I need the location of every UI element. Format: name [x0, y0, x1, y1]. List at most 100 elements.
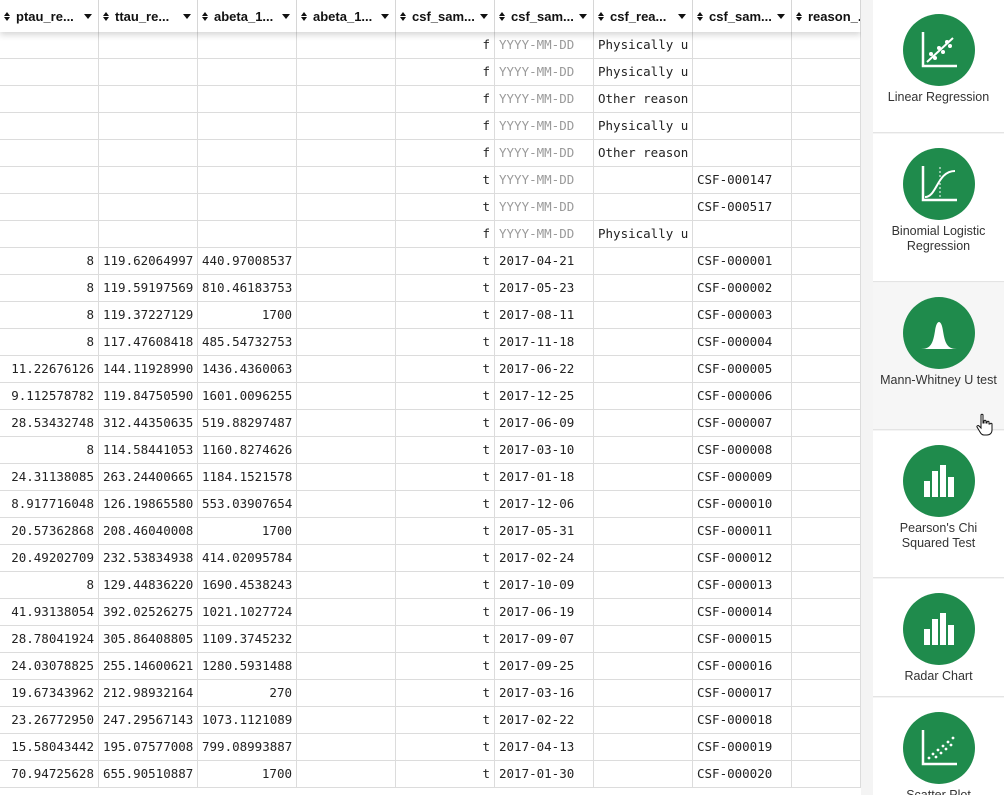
date-placeholder[interactable]: YYYY-MM-DD	[495, 221, 594, 248]
table-cell[interactable]	[297, 545, 396, 572]
table-cell[interactable]: 485.54732753	[198, 329, 297, 356]
table-cell[interactable]	[594, 329, 693, 356]
sort-icon[interactable]	[400, 11, 408, 21]
table-cell[interactable]: f	[396, 32, 495, 59]
date-placeholder[interactable]: YYYY-MM-DD	[495, 59, 594, 86]
table-row[interactable]: f YYYY-MM-DD Other reason	[0, 140, 861, 167]
table-cell[interactable]	[594, 572, 693, 599]
table-cell[interactable]	[792, 113, 861, 140]
table-cell[interactable]	[297, 410, 396, 437]
table-cell[interactable]	[99, 221, 198, 248]
table-cell[interactable]	[693, 32, 792, 59]
table-cell[interactable]: 8	[0, 302, 99, 329]
table-cell[interactable]: CSF-000004	[693, 329, 792, 356]
table-cell[interactable]: 119.62064997	[99, 248, 198, 275]
chevron-down-icon[interactable]	[282, 13, 290, 19]
column-header[interactable]: abeta_1...	[297, 0, 396, 32]
table-cell[interactable]: 212.98932164	[99, 680, 198, 707]
column-header[interactable]: ttau_re...	[99, 0, 198, 32]
table-cell[interactable]: CSF-000015	[693, 626, 792, 653]
table-cell[interactable]	[198, 221, 297, 248]
table-cell[interactable]: 2017-12-06	[495, 491, 594, 518]
table-cell[interactable]: t	[396, 491, 495, 518]
table-cell[interactable]: t	[396, 248, 495, 275]
table-cell[interactable]: CSF-000009	[693, 464, 792, 491]
table-cell[interactable]: CSF-000012	[693, 545, 792, 572]
table-cell[interactable]: Physically u	[594, 59, 693, 86]
table-cell[interactable]: CSF-000006	[693, 383, 792, 410]
table-cell[interactable]	[594, 194, 693, 221]
table-cell[interactable]: f	[396, 140, 495, 167]
sort-icon[interactable]	[697, 11, 705, 21]
table-cell[interactable]: 270	[198, 680, 297, 707]
table-cell[interactable]	[792, 545, 861, 572]
table-cell[interactable]: 117.47608418	[99, 329, 198, 356]
date-placeholder[interactable]: YYYY-MM-DD	[495, 32, 594, 59]
table-cell[interactable]	[198, 140, 297, 167]
table-cell[interactable]: 263.24400665	[99, 464, 198, 491]
table-cell[interactable]: 519.88297487	[198, 410, 297, 437]
table-cell[interactable]	[297, 248, 396, 275]
table-cell[interactable]: 114.58441053	[99, 437, 198, 464]
table-cell[interactable]: 1436.4360063	[198, 356, 297, 383]
sort-icon[interactable]	[598, 11, 606, 21]
table-cell[interactable]	[297, 275, 396, 302]
table-cell[interactable]	[792, 59, 861, 86]
table-cell[interactable]: 2017-06-09	[495, 410, 594, 437]
table-cell[interactable]: 255.14600621	[99, 653, 198, 680]
table-cell[interactable]: 119.84750590	[99, 383, 198, 410]
table-cell[interactable]: 1700	[198, 302, 297, 329]
table-row[interactable]: 8.917716048 126.19865580 553.03907654 t 2017…	[0, 491, 861, 518]
table-cell[interactable]	[99, 59, 198, 86]
table-row[interactable]: 41.93138054 392.02526275 1021.1027724 t 2017…	[0, 599, 861, 626]
table-cell[interactable]: 2017-05-31	[495, 518, 594, 545]
table-cell[interactable]: 2017-05-23	[495, 275, 594, 302]
table-row[interactable]: 8 117.47608418 485.54732753 t 2017-11-18 CSF-…	[0, 329, 861, 356]
table-cell[interactable]	[198, 86, 297, 113]
table-cell[interactable]	[792, 248, 861, 275]
sort-icon[interactable]	[499, 11, 507, 21]
table-row[interactable]: 11.22676126 144.11928990 1436.4360063 t 2017…	[0, 356, 861, 383]
table-cell[interactable]: 20.57362868	[0, 518, 99, 545]
sort-icon[interactable]	[4, 11, 12, 21]
table-cell[interactable]: t	[396, 302, 495, 329]
table-cell[interactable]	[0, 59, 99, 86]
table-cell[interactable]	[297, 437, 396, 464]
table-cell[interactable]	[693, 59, 792, 86]
table-cell[interactable]: t	[396, 599, 495, 626]
column-header[interactable]: reason_...	[792, 0, 861, 32]
table-cell[interactable]: CSF-000017	[693, 680, 792, 707]
table-cell[interactable]: f	[396, 221, 495, 248]
table-cell[interactable]	[297, 707, 396, 734]
table-cell[interactable]: Physically u	[594, 113, 693, 140]
table-cell[interactable]: 119.37227129	[99, 302, 198, 329]
table-cell[interactable]	[792, 437, 861, 464]
table-cell[interactable]	[297, 626, 396, 653]
date-placeholder[interactable]: YYYY-MM-DD	[495, 86, 594, 113]
table-cell[interactable]: 20.49202709	[0, 545, 99, 572]
table-cell[interactable]	[297, 599, 396, 626]
table-cell[interactable]	[297, 86, 396, 113]
analysis-card[interactable]: Mann-Whitney U test	[873, 283, 1004, 430]
table-cell[interactable]	[792, 626, 861, 653]
table-cell[interactable]	[594, 680, 693, 707]
table-cell[interactable]	[297, 221, 396, 248]
table-cell[interactable]: t	[396, 329, 495, 356]
table-cell[interactable]: CSF-000014	[693, 599, 792, 626]
table-row[interactable]: 28.78041924 305.86408805 1109.3745232 t 2017…	[0, 626, 861, 653]
table-cell[interactable]	[594, 626, 693, 653]
table-cell[interactable]: 2017-06-19	[495, 599, 594, 626]
table-row[interactable]: 15.58043442 195.07577008 799.08993887 t 2017…	[0, 734, 861, 761]
table-row[interactable]: 24.31138085 263.24400665 1184.1521578 t 2017…	[0, 464, 861, 491]
table-cell[interactable]: 8	[0, 275, 99, 302]
table-cell[interactable]	[198, 167, 297, 194]
table-cell[interactable]: t	[396, 410, 495, 437]
table-cell[interactable]: 41.93138054	[0, 599, 99, 626]
table-row[interactable]: 20.49202709 232.53834938 414.02095784 t 2017…	[0, 545, 861, 572]
table-cell[interactable]: CSF-000517	[693, 194, 792, 221]
table-cell[interactable]: 440.97008537	[198, 248, 297, 275]
table-cell[interactable]: 312.44350635	[99, 410, 198, 437]
table-row[interactable]: f YYYY-MM-DD Physically u	[0, 59, 861, 86]
table-cell[interactable]: 1021.1027724	[198, 599, 297, 626]
table-cell[interactable]	[792, 761, 861, 788]
